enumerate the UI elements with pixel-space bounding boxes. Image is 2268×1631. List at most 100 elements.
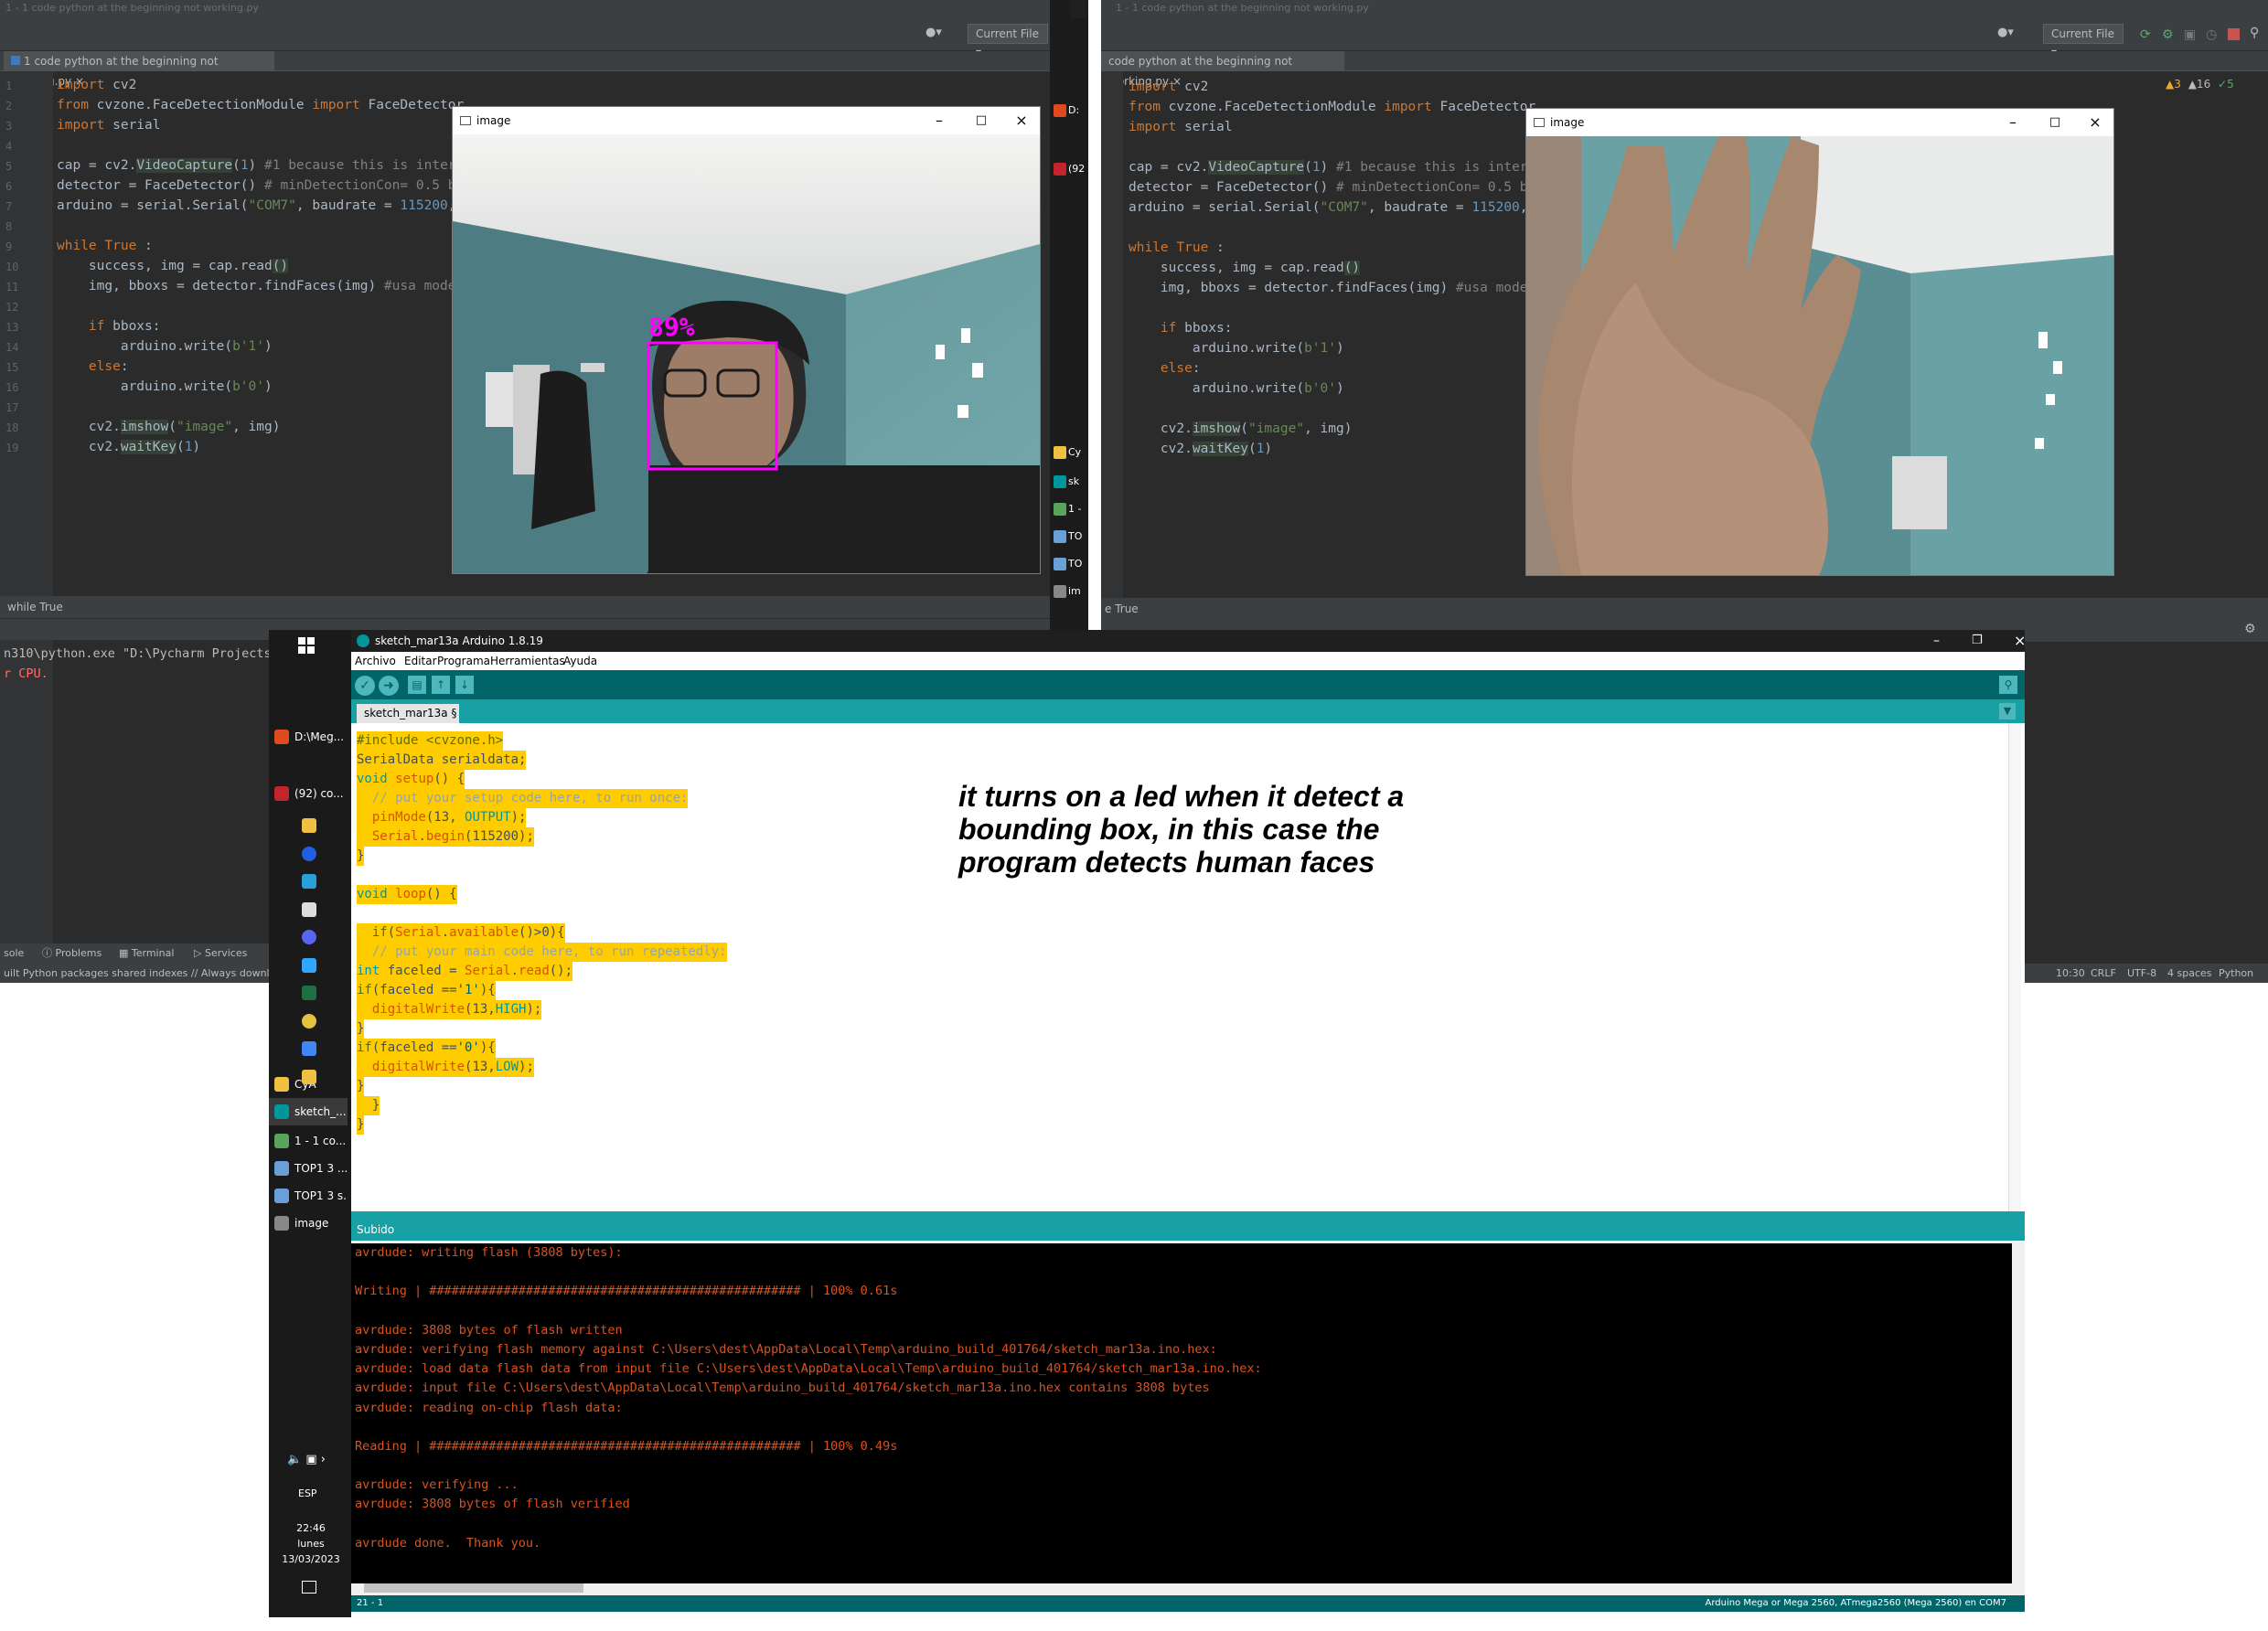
menu-programa[interactable]: Programa [437, 652, 490, 670]
line-number: 8 [5, 220, 13, 233]
taskbar-item-label: sketch_... [294, 1105, 347, 1118]
indent-setting[interactable]: 4 spaces [2167, 964, 2212, 983]
strip-taskbar-item[interactable]: D: [1052, 101, 1088, 121]
menu-editar[interactable]: Editar [404, 652, 437, 670]
minimize-button[interactable]: – [1933, 630, 1940, 652]
strip-taskbar-item[interactable]: TO [1052, 554, 1088, 574]
taskbar-item[interactable]: (92) co... [269, 780, 348, 807]
pinned-app-icon[interactable] [302, 1013, 316, 1029]
pinned-app-icon[interactable] [302, 957, 316, 973]
tool-tab-terminal[interactable]: ▦ Terminal [119, 943, 174, 964]
taskbar-item[interactable]: sketch_... [269, 1098, 348, 1125]
pinned-app-icon[interactable] [302, 1041, 316, 1056]
cursor-line: 21 - 1 [357, 1598, 384, 1608]
pinned-app-icon[interactable] [302, 874, 316, 889]
taskbar-item[interactable]: image [269, 1210, 348, 1237]
taskbar-item[interactable]: 1 - 1 co... [269, 1127, 348, 1155]
strip-taskbar-item[interactable]: (92 [1052, 159, 1088, 179]
pinned-app-icon[interactable] [302, 846, 316, 861]
windows-start-icon[interactable] [298, 637, 315, 654]
tab-menu-icon[interactable]: ▼ [1999, 703, 2016, 720]
minimize-button[interactable]: – [923, 108, 956, 133]
compiler-console[interactable]: avrdude: writing flash (3808 bytes): Writ… [351, 1243, 2012, 1583]
menu-archivo[interactable]: Archivo [355, 652, 396, 670]
rerun-icon[interactable]: ⟳ [2140, 27, 2151, 42]
restore-button[interactable]: ❐ [1972, 630, 1983, 652]
console-line: avrdude: input file C:\Users\dest\AppDat… [355, 1380, 1210, 1396]
taskbar-item[interactable]: TOP1 3 ... [269, 1155, 348, 1182]
line-separator[interactable]: CRLF [2091, 964, 2116, 983]
menu-herramientas[interactable]: Herramientas [490, 652, 565, 670]
search-icon[interactable]: ⚲ [2250, 26, 2259, 40]
console-line: avrdude done. Thank you. [355, 1535, 541, 1551]
run-config-select[interactable]: Current File ▾ [968, 24, 1048, 59]
user-icon[interactable]: ●▾ [1997, 26, 2021, 42]
settings-gear-icon[interactable]: ⚙ [2244, 622, 2256, 636]
board-info[interactable]: Arduino Mega or Mega 2560, ATmega2560 (M… [1705, 1595, 2006, 1612]
editor-breadcrumb-bar: while True [0, 596, 1094, 618]
console-scrollbar[interactable] [2012, 1242, 2025, 1583]
image-window-right[interactable]: image – □ × [1525, 108, 2114, 576]
sketch-tab[interactable]: sketch_mar13a § [357, 704, 459, 723]
menu-ayuda[interactable]: Ayuda [563, 652, 597, 670]
window-title: 1 - 1 code python at the beginning not w… [1101, 0, 2268, 16]
debug-icon[interactable]: ⚙ [2162, 27, 2174, 42]
file-tab[interactable]: 1 code python at the beginning not worki… [4, 51, 274, 88]
strip-taskbar-item[interactable]: 1 - [1052, 499, 1088, 519]
pinned-app-icon[interactable] [302, 818, 316, 833]
file-tab[interactable]: code python at the beginning not working… [1101, 51, 1344, 88]
verify-button[interactable]: ✓ [355, 676, 375, 696]
taskbar-item[interactable]: TOP1 3 s... [269, 1182, 348, 1210]
pinned-app-icon[interactable] [302, 930, 316, 944]
close-button[interactable]: × [1005, 108, 1038, 133]
run-config-select[interactable]: Current File ▾ [2043, 24, 2124, 59]
notification-icon[interactable] [302, 1581, 316, 1594]
editor-scrollbar[interactable] [2008, 723, 2021, 1221]
language-indicator[interactable]: ESP [298, 1487, 317, 1499]
open-button[interactable]: ↑ [432, 676, 450, 694]
strip-taskbar-item[interactable]: Cy [1052, 442, 1088, 463]
pinned-app-icon[interactable] [302, 986, 316, 1000]
line-number: 15 [5, 361, 19, 374]
strip-taskbar-item[interactable]: sk [1052, 472, 1088, 492]
taskbar-item-label: 1 - 1 co... [294, 1135, 347, 1147]
maximize-button[interactable]: □ [2038, 110, 2071, 135]
arduino-code[interactable]: #include <cvzone.h> SerialData serialdat… [357, 731, 727, 1135]
window-app-icon [1534, 118, 1545, 127]
user-icon[interactable]: ●▾ [925, 26, 949, 42]
tool-tab-services[interactable]: ▷ Services [194, 943, 247, 964]
profile-icon[interactable]: ◷ [2206, 27, 2217, 42]
line-number: 2 [5, 100, 13, 112]
tool-tab-problems[interactable]: ⓘ Problems [42, 943, 102, 964]
console-line: avrdude: verifying flash memory against … [355, 1341, 1217, 1357]
image-window-left[interactable]: image – □ × 89% [452, 106, 1041, 574]
save-button[interactable]: ↓ [455, 676, 474, 694]
tray-icons[interactable]: 🔈 ▣ › [287, 1453, 326, 1466]
close-button[interactable]: × [2014, 630, 2026, 652]
pinned-app-icon[interactable] [302, 901, 316, 917]
app-icon [1054, 530, 1066, 543]
strip-taskbar-item[interactable]: TO [1052, 527, 1088, 547]
upload-button[interactable]: ➜ [379, 676, 399, 696]
stop-icon[interactable] [2228, 28, 2240, 40]
coverage-icon[interactable]: ▣ [2184, 27, 2196, 42]
file-encoding[interactable]: UTF-8 [2127, 964, 2156, 983]
serial-monitor-button[interactable]: ⚲ [1999, 676, 2017, 694]
strip-taskbar-item[interactable]: im [1052, 581, 1088, 602]
python-interpreter[interactable]: Python 3.1 [2219, 964, 2268, 983]
taskbar-item[interactable]: D:\Meg... [269, 723, 348, 751]
tool-tab-console[interactable]: sole [4, 943, 24, 964]
line-number: 6 [5, 180, 13, 193]
app-icon [1054, 163, 1066, 176]
app-icon [1054, 446, 1066, 459]
new-button[interactable]: ▤ [408, 676, 426, 694]
close-button[interactable]: × [2079, 110, 2112, 135]
minimize-button[interactable]: – [1996, 110, 2029, 135]
main-toolbar: ●▾ Current File ▾ [0, 16, 1094, 59]
pinned-app-icon[interactable] [302, 1069, 316, 1084]
maximize-button[interactable]: □ [965, 108, 998, 133]
clock[interactable]: 22:46 lunes 13/03/2023 [278, 1520, 344, 1567]
caret-position[interactable]: 10:30 [2056, 964, 2085, 983]
